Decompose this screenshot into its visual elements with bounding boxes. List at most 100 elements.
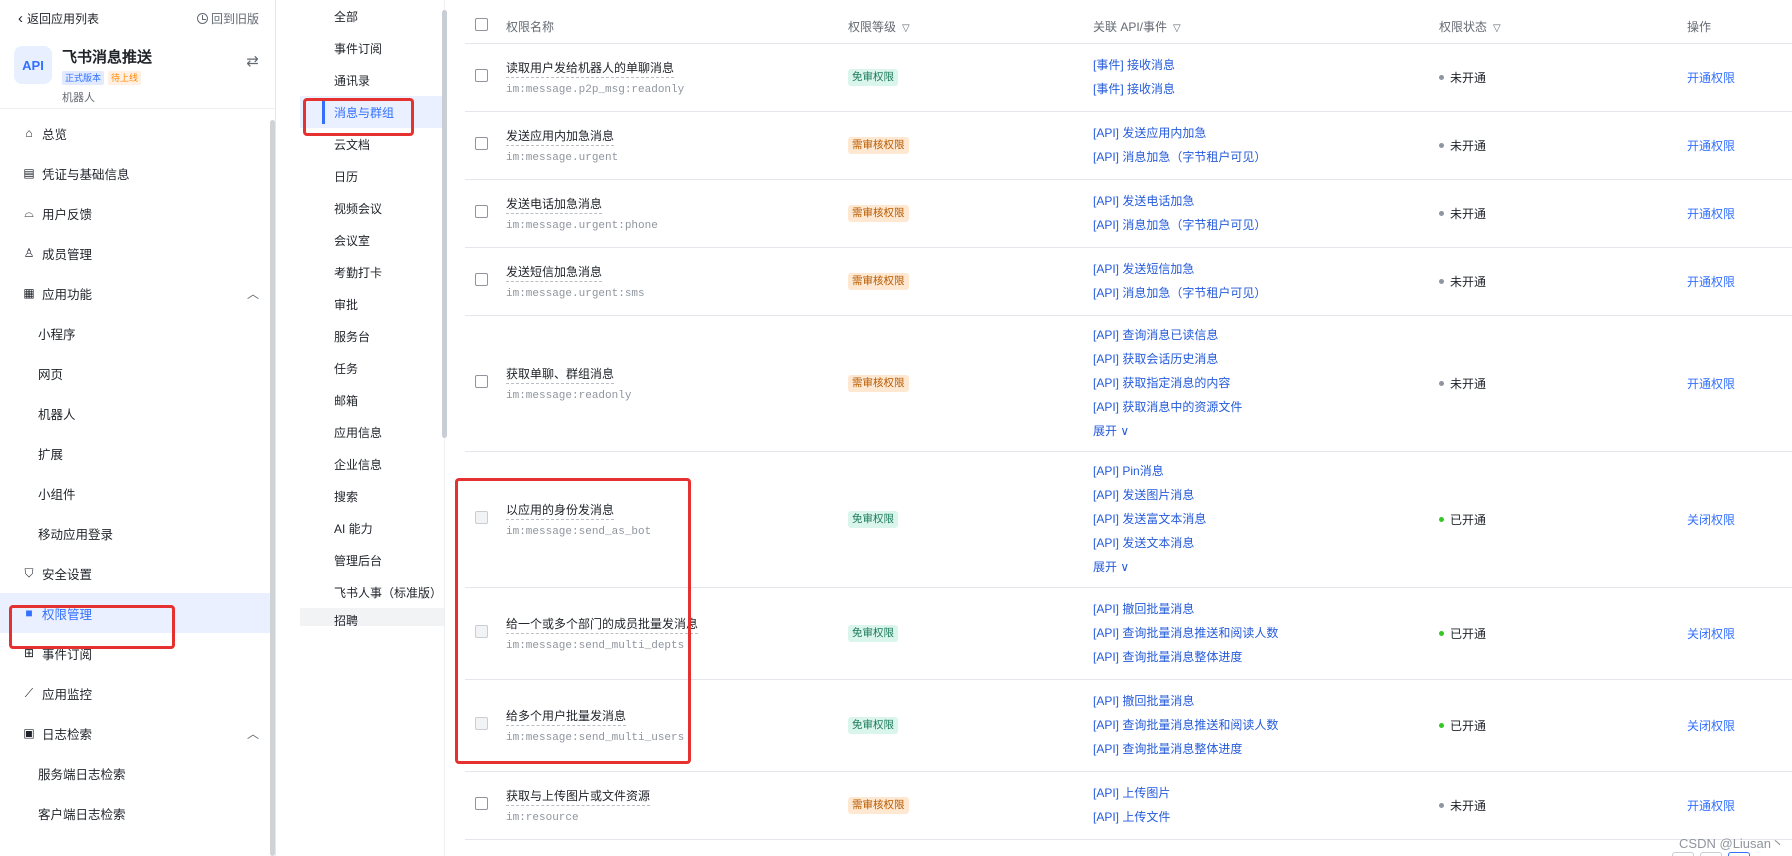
filter-icon[interactable]: ▽ xyxy=(1493,23,1501,34)
category-item[interactable]: 搜索 xyxy=(300,480,444,512)
api-link[interactable]: [API] 发送富文本消息 xyxy=(1093,507,1439,531)
expand-toggle[interactable]: 展开 ∨ xyxy=(1093,555,1439,579)
api-link[interactable]: [API] 撤回批量消息 xyxy=(1093,689,1439,713)
permission-action-link[interactable]: 开通权限 xyxy=(1687,71,1735,85)
api-link[interactable]: [API] 消息加急（字节租户可见） xyxy=(1093,145,1439,169)
api-link[interactable]: [API] 撤回批量消息 xyxy=(1093,597,1439,621)
api-link[interactable]: [API] 上传文件 xyxy=(1093,805,1439,829)
sidebar-item[interactable]: 小组件 xyxy=(0,473,275,513)
api-link[interactable]: [事件] 接收消息 xyxy=(1093,77,1439,101)
api-link[interactable]: [API] 消息加急（字节租户可见） xyxy=(1093,281,1439,305)
api-link[interactable]: [API] 消息加急（字节租户可见） xyxy=(1093,213,1439,237)
pagination-stub[interactable] xyxy=(1672,852,1694,856)
expand-toggle[interactable]: 展开 ∨ xyxy=(1093,419,1439,443)
sidebar-item[interactable]: 客户端日志检索 xyxy=(0,793,275,833)
permission-title[interactable]: 获取与上传图片或文件资源 xyxy=(506,787,651,806)
permission-action-link[interactable]: 开通权限 xyxy=(1687,139,1735,153)
permission-action-link[interactable]: 开通权限 xyxy=(1687,207,1735,221)
return-old-version-link[interactable]: 回到旧版 xyxy=(196,10,259,27)
sidebar-item[interactable]: ⟋ 应用监控 xyxy=(0,673,275,713)
category-item[interactable]: 事件订阅 xyxy=(300,32,444,64)
permission-title[interactable]: 读取用户发给机器人的单聊消息 xyxy=(506,59,675,78)
category-item[interactable]: 会议室 xyxy=(300,224,444,256)
api-link[interactable]: [API] 上传图片 xyxy=(1093,781,1439,805)
sidebar-item[interactable]: 扩展 xyxy=(0,433,275,473)
category-item[interactable]: 审批 xyxy=(300,288,444,320)
row-checkbox[interactable] xyxy=(475,69,488,82)
chevron-up-icon[interactable]: ︿ xyxy=(247,725,259,742)
permission-title[interactable]: 以应用的身份发消息 xyxy=(506,501,615,520)
sidebar-item[interactable]: ⛉ 安全设置 xyxy=(0,553,275,593)
api-link[interactable]: [API] 获取消息中的资源文件 xyxy=(1093,395,1439,419)
category-item[interactable]: 日历 xyxy=(300,160,444,192)
filter-icon[interactable]: ▽ xyxy=(902,23,910,34)
api-link[interactable]: [API] 发送图片消息 xyxy=(1093,483,1439,507)
category-item[interactable]: 视频会议 xyxy=(300,192,444,224)
api-link[interactable]: [API] 发送电话加急 xyxy=(1093,189,1439,213)
api-link[interactable]: [API] 获取指定消息的内容 xyxy=(1093,371,1439,395)
api-link[interactable]: [API] 发送应用内加急 xyxy=(1093,121,1439,145)
permission-action-link[interactable]: 关闭权限 xyxy=(1687,627,1735,641)
permission-action-link[interactable]: 开通权限 xyxy=(1687,377,1735,391)
category-item[interactable]: 邮箱 xyxy=(300,384,444,416)
category-item[interactable]: 飞书人事（标准版） xyxy=(300,576,444,608)
sidebar-item[interactable]: ⌂ 总览 xyxy=(0,113,275,153)
category-item[interactable]: 通讯录 xyxy=(300,64,444,96)
row-checkbox[interactable] xyxy=(475,273,488,286)
row-checkbox[interactable] xyxy=(475,205,488,218)
category-item[interactable]: AI 能力 xyxy=(300,512,444,544)
permission-title[interactable]: 获取单聊、群组消息 xyxy=(506,365,615,384)
api-link[interactable]: [事件] 接收消息 xyxy=(1093,53,1439,77)
sidebar-item[interactable]: ▤ 凭证与基础信息 xyxy=(0,153,275,193)
api-link[interactable]: [API] Pin消息 xyxy=(1093,459,1439,483)
sidebar-item[interactable]: 服务端日志检索 xyxy=(0,753,275,793)
sidebar-item[interactable]: ▦ 应用功能 ︿ xyxy=(0,273,275,313)
sidebar-item[interactable]: 小程序 xyxy=(0,313,275,353)
category-item[interactable]: 招聘 xyxy=(300,608,444,626)
sidebar-item[interactable]: ▣ 日志检索 ︿ xyxy=(0,713,275,753)
category-item[interactable]: 企业信息 xyxy=(300,448,444,480)
category-item[interactable]: 任务 xyxy=(300,352,444,384)
category-item[interactable]: 管理后台 xyxy=(300,544,444,576)
api-link[interactable]: [API] 发送短信加急 xyxy=(1093,257,1439,281)
permission-action-link[interactable]: 开通权限 xyxy=(1687,799,1735,813)
category-item[interactable]: 服务台 xyxy=(300,320,444,352)
category-item[interactable]: 消息与群组 xyxy=(300,96,444,128)
permission-title[interactable]: 给一个或多个部门的成员批量发消息 xyxy=(506,615,699,634)
row-checkbox[interactable] xyxy=(475,137,488,150)
api-link[interactable]: [API] 发送文本消息 xyxy=(1093,531,1439,555)
switch-app-icon[interactable]: ⇄ xyxy=(246,52,259,70)
row-checkbox[interactable] xyxy=(475,375,488,388)
category-item[interactable]: 云文档 xyxy=(300,128,444,160)
row-checkbox[interactable] xyxy=(475,797,488,810)
pagination-stub[interactable] xyxy=(1700,852,1722,856)
chevron-up-icon[interactable]: ︿ xyxy=(247,285,259,302)
api-link[interactable]: [API] 查询消息已读信息 xyxy=(1093,323,1439,347)
permission-action-link[interactable]: 关闭权限 xyxy=(1687,513,1735,527)
back-to-app-list-link[interactable]: ‹ 返回应用列表 xyxy=(18,10,99,27)
api-link[interactable]: [API] 查询批量消息整体进度 xyxy=(1093,645,1439,669)
permission-title[interactable]: 发送应用内加急消息 xyxy=(506,127,615,146)
permission-action-link[interactable]: 关闭权限 xyxy=(1687,719,1735,733)
sidebar-scrollbar[interactable] xyxy=(270,120,275,856)
api-link[interactable]: [API] 查询批量消息推送和阅读人数 xyxy=(1093,621,1439,645)
sidebar-item[interactable]: 移动应用登录 xyxy=(0,513,275,553)
sidebar-item[interactable]: ■ 权限管理 xyxy=(0,593,275,633)
pagination-stub[interactable] xyxy=(1728,852,1750,856)
permission-title[interactable]: 发送电话加急消息 xyxy=(506,195,603,214)
permission-action-link[interactable]: 开通权限 xyxy=(1687,275,1735,289)
sidebar-item[interactable]: 机器人 xyxy=(0,393,275,433)
filter-icon[interactable]: ▽ xyxy=(1173,23,1181,34)
select-all-checkbox[interactable] xyxy=(475,18,488,32)
sidebar-item[interactable]: ⊞ 事件订阅 xyxy=(0,633,275,673)
permission-title[interactable]: 给多个用户批量发消息 xyxy=(506,707,627,726)
api-link[interactable]: [API] 获取会话历史消息 xyxy=(1093,347,1439,371)
category-item[interactable]: 全部 xyxy=(300,0,444,32)
category-scrollbar[interactable] xyxy=(442,10,447,438)
permission-title[interactable]: 发送短信加急消息 xyxy=(506,263,603,282)
sidebar-item[interactable]: 网页 xyxy=(0,353,275,393)
category-item[interactable]: 应用信息 xyxy=(300,416,444,448)
sidebar-item[interactable]: ⌓ 用户反馈 xyxy=(0,193,275,233)
sidebar-item[interactable]: ♙ 成员管理 xyxy=(0,233,275,273)
category-item[interactable]: 考勤打卡 xyxy=(300,256,444,288)
